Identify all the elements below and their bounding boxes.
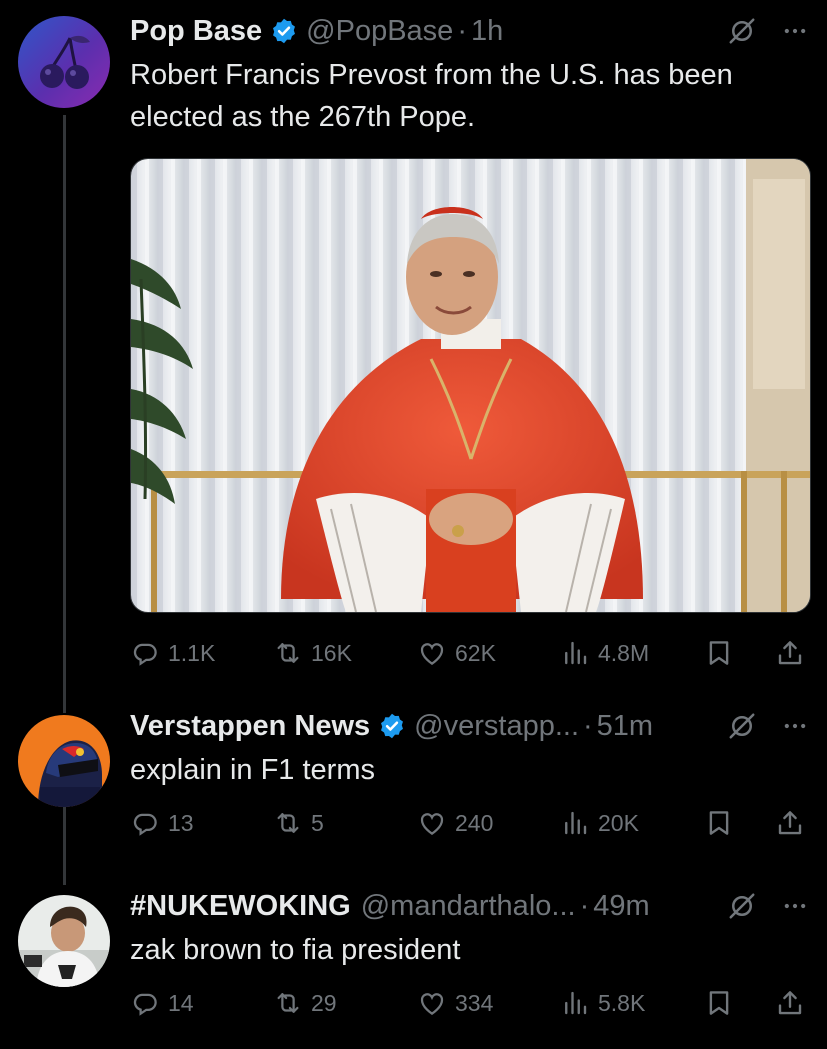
reply-count: 14 <box>168 989 194 1016</box>
like-button[interactable]: 240 <box>417 803 493 843</box>
like-icon <box>417 638 447 668</box>
views-button[interactable]: 4.8M <box>560 633 649 673</box>
like-button[interactable]: 62K <box>417 633 496 673</box>
views-count: 5.8K <box>598 989 646 1016</box>
share-icon <box>775 808 805 838</box>
reply-icon <box>130 988 160 1018</box>
action-bar: 13 5 240 20K <box>130 803 809 843</box>
repost-button[interactable]: 29 <box>273 983 337 1023</box>
cherry-logo-icon <box>18 16 110 108</box>
cardinal-portrait-photo <box>131 159 810 612</box>
share-icon <box>775 638 805 668</box>
repost-icon <box>273 638 303 668</box>
grok-icon[interactable] <box>727 891 757 921</box>
share-button[interactable] <box>775 803 805 843</box>
bookmark-icon <box>704 988 734 1018</box>
reply-button[interactable]: 13 <box>130 803 194 843</box>
author-name[interactable]: Pop Base <box>130 15 262 48</box>
like-button[interactable]: 334 <box>417 983 493 1023</box>
grok-icon[interactable] <box>727 711 757 741</box>
like-count: 62K <box>455 639 496 666</box>
bookmark-button[interactable] <box>704 983 734 1023</box>
racing-helmet-avatar <box>18 715 110 807</box>
like-icon <box>417 988 447 1018</box>
reply-icon <box>130 808 160 838</box>
tweet[interactable]: Pop Base @PopBase · 1h Robert Francis Pr… <box>0 14 827 674</box>
more-icon[interactable] <box>781 892 809 920</box>
avatar[interactable] <box>18 16 110 108</box>
action-bar: 1.1K 16K 62K 4.8M <box>130 633 809 673</box>
views-icon <box>560 808 590 838</box>
repost-count: 16K <box>311 639 352 666</box>
views-count: 4.8M <box>598 639 650 666</box>
share-button[interactable] <box>775 983 805 1023</box>
author-name[interactable]: Verstappen News <box>130 710 370 743</box>
more-icon[interactable] <box>781 17 809 45</box>
author-handle[interactable]: @PopBase <box>306 15 453 48</box>
action-bar: 14 29 334 5.8K <box>130 983 809 1023</box>
reply-count: 13 <box>168 809 194 836</box>
timestamp[interactable]: 49m <box>593 890 649 923</box>
verified-badge-icon <box>378 712 406 740</box>
separator: · <box>457 14 467 47</box>
tweet[interactable]: #NUKEWOKING @mandarthalo... · 49m zak br… <box>0 889 827 1039</box>
bookmark-icon <box>704 638 734 668</box>
bookmark-button[interactable] <box>704 633 734 673</box>
repost-button[interactable]: 5 <box>273 803 324 843</box>
views-button[interactable]: 5.8K <box>560 983 645 1023</box>
reply-icon <box>130 638 160 668</box>
user-photo-avatar <box>18 895 110 987</box>
reply-button[interactable]: 14 <box>130 983 194 1023</box>
repost-count: 5 <box>311 809 324 836</box>
author-name[interactable]: #NUKEWOKING <box>130 890 351 923</box>
tweet-text: zak brown to fia president <box>130 934 461 966</box>
more-icon[interactable] <box>781 712 809 740</box>
like-count: 334 <box>455 989 494 1016</box>
bookmark-button[interactable] <box>704 803 734 843</box>
timestamp[interactable]: 1h <box>471 15 503 48</box>
verified-badge-icon <box>270 17 298 45</box>
timestamp[interactable]: 51m <box>597 710 653 743</box>
views-button[interactable]: 20K <box>560 803 639 843</box>
repost-button[interactable]: 16K <box>273 633 352 673</box>
views-icon <box>560 988 590 1018</box>
repost-icon <box>273 808 303 838</box>
share-icon <box>775 988 805 1018</box>
like-icon <box>417 808 447 838</box>
tweet-text: Robert Francis Prevost from the U.S. has… <box>130 59 733 133</box>
avatar[interactable] <box>18 895 110 987</box>
reply-button[interactable]: 1.1K <box>130 633 215 673</box>
tweet-photo[interactable] <box>130 158 811 613</box>
avatar[interactable] <box>18 715 110 807</box>
reply-count: 1.1K <box>168 639 216 666</box>
repost-icon <box>273 988 303 1018</box>
repost-count: 29 <box>311 989 337 1016</box>
share-button[interactable] <box>775 633 805 673</box>
separator: · <box>583 709 593 742</box>
views-count: 20K <box>598 809 639 836</box>
tweet-text: explain in F1 terms <box>130 754 375 786</box>
author-handle[interactable]: @verstapp... <box>414 710 579 743</box>
grok-icon[interactable] <box>727 16 757 46</box>
bookmark-icon <box>704 808 734 838</box>
like-count: 240 <box>455 809 494 836</box>
views-icon <box>560 638 590 668</box>
tweet[interactable]: Verstappen News @verstapp... · 51m expla… <box>0 709 827 849</box>
author-handle[interactable]: @mandarthalo... <box>361 890 576 923</box>
separator: · <box>579 889 590 922</box>
